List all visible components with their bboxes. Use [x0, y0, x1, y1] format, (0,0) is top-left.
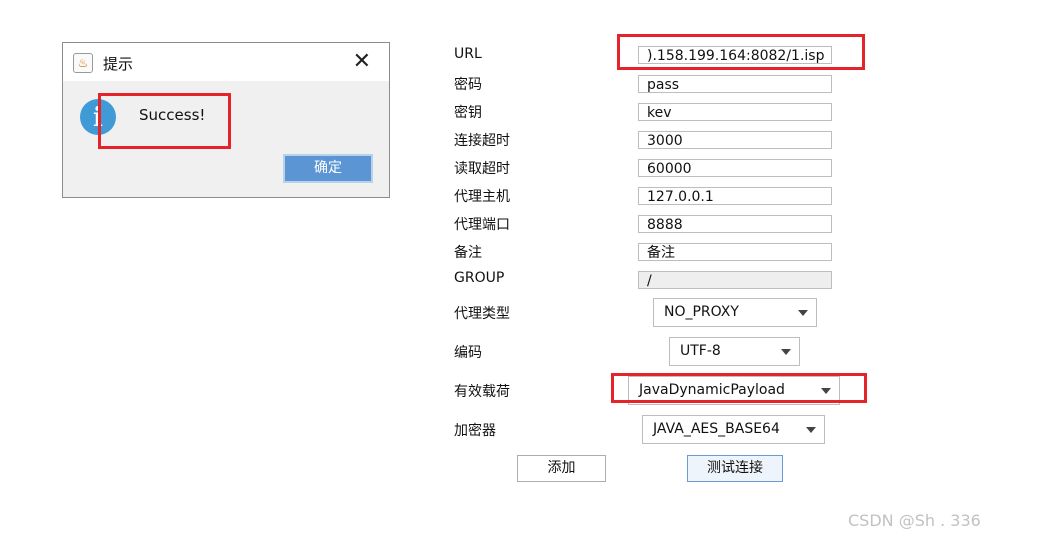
- label-encoding: 编码: [454, 345, 482, 361]
- secret-key-input[interactable]: kev: [638, 103, 832, 121]
- dialog-title: 提示: [103, 55, 134, 73]
- watermark: CSDN @Sh . 336: [848, 511, 981, 530]
- close-icon[interactable]: ✕: [353, 49, 371, 75]
- label-url: URL: [454, 46, 482, 62]
- ok-button[interactable]: 确定: [283, 154, 373, 183]
- label-proxy-port: 代理端口: [454, 217, 510, 233]
- chevron-down-icon: [781, 349, 791, 355]
- label-secret-key: 密钥: [454, 105, 482, 121]
- encoding-select[interactable]: UTF-8: [669, 337, 800, 366]
- label-remark: 备注: [454, 245, 482, 261]
- proxy-host-input[interactable]: 127.0.0.1: [638, 187, 832, 205]
- dialog-titlebar: ♨ 提示 ✕: [63, 43, 389, 81]
- remark-input[interactable]: 备注: [638, 243, 832, 261]
- proxy-type-select[interactable]: NO_PROXY: [653, 298, 817, 327]
- label-proxy-type: 代理类型: [454, 306, 510, 322]
- label-group: GROUP: [454, 270, 505, 286]
- encoding-value: UTF-8: [680, 343, 721, 359]
- test-connection-button[interactable]: 测试连接: [687, 455, 783, 482]
- java-app-icon: ♨: [73, 53, 93, 73]
- proxy-port-input[interactable]: 8888: [638, 215, 832, 233]
- label-read-timeout: 读取超时: [454, 161, 510, 177]
- proxy-type-value: NO_PROXY: [664, 304, 739, 320]
- label-payload: 有效载荷: [454, 384, 510, 400]
- annotation-box-url: [617, 34, 865, 70]
- cryption-select[interactable]: JAVA_AES_BASE64: [642, 415, 825, 444]
- group-input: /: [638, 271, 832, 289]
- chevron-down-icon: [798, 310, 808, 316]
- read-timeout-input[interactable]: 60000: [638, 159, 832, 177]
- cryption-value: JAVA_AES_BASE64: [653, 421, 780, 437]
- label-cryption: 加密器: [454, 423, 496, 439]
- label-password: 密码: [454, 77, 482, 93]
- label-proxy-host: 代理主机: [454, 189, 510, 205]
- chevron-down-icon: [806, 427, 816, 433]
- add-button[interactable]: 添加: [517, 455, 606, 482]
- label-connect-timeout: 连接超时: [454, 133, 510, 149]
- password-input[interactable]: pass: [638, 75, 832, 93]
- connect-timeout-input[interactable]: 3000: [638, 131, 832, 149]
- annotation-box-success: [98, 93, 231, 149]
- annotation-box-payload: [611, 373, 867, 403]
